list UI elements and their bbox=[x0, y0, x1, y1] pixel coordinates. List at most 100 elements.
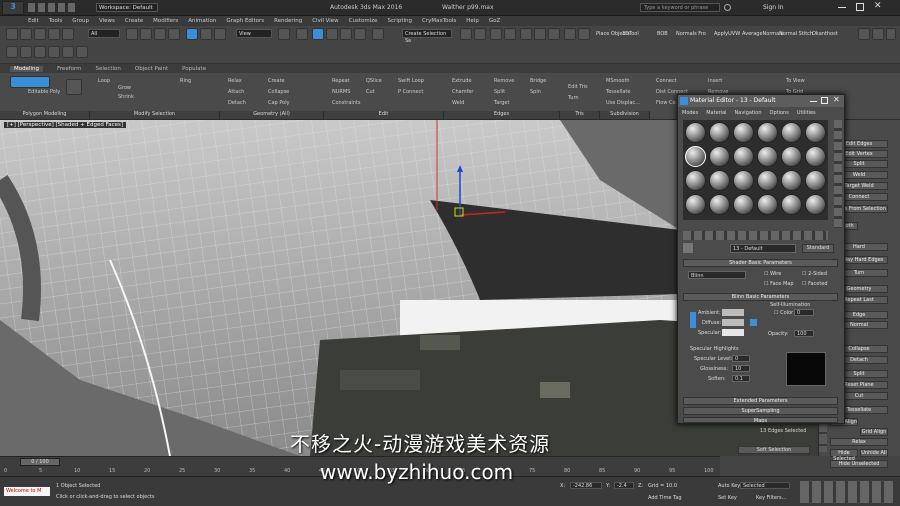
minimize-icon[interactable] bbox=[838, 7, 846, 8]
tool-row2-icon-2[interactable] bbox=[20, 46, 32, 58]
auto-key-button[interactable]: Auto Key bbox=[718, 483, 740, 489]
curve-editor-icon[interactable] bbox=[520, 28, 532, 40]
tool-normal-stitch[interactable]: Normal Stitch bbox=[779, 31, 813, 37]
material-slot-sphere[interactable] bbox=[685, 122, 706, 143]
maxscript-listener[interactable]: Welcome to M bbox=[4, 487, 50, 496]
wire-checkbox[interactable]: ☐ Wire bbox=[764, 271, 781, 277]
select-move-icon[interactable] bbox=[186, 28, 198, 40]
selection-filter[interactable]: All bbox=[88, 29, 120, 38]
mat-close-icon[interactable]: ✕ bbox=[833, 95, 840, 104]
material-slot-sphere[interactable] bbox=[733, 122, 754, 143]
menu-create[interactable]: Create bbox=[125, 18, 143, 24]
mat-menu-modes[interactable]: Modes bbox=[682, 110, 698, 116]
material-slot-sphere[interactable] bbox=[709, 146, 730, 167]
ribbon-extrude-button[interactable]: Extrude bbox=[452, 78, 472, 84]
set-key-button[interactable]: Set Key bbox=[718, 495, 737, 501]
material-slot-sphere[interactable] bbox=[781, 146, 802, 167]
tab-modeling[interactable]: Modeling bbox=[10, 65, 44, 72]
menu-scripting[interactable]: Scripting bbox=[388, 18, 412, 24]
menu-goz[interactable]: GoZ bbox=[489, 18, 500, 24]
angle-snap-icon[interactable] bbox=[326, 28, 338, 40]
playback-controls[interactable] bbox=[800, 481, 896, 503]
ribbon-connect-button[interactable]: Connect bbox=[656, 78, 677, 84]
cmd-relax[interactable]: Relax bbox=[830, 438, 888, 446]
reference-coordinate-system[interactable]: View bbox=[236, 29, 272, 38]
ribbon-cut-button[interactable]: Cut bbox=[366, 89, 375, 95]
ribbon-p-connect-button[interactable]: P Connect bbox=[398, 89, 423, 95]
self-illum-color-field[interactable]: 0 bbox=[794, 309, 814, 316]
menu-edit[interactable]: Edit bbox=[28, 18, 39, 24]
glossiness-field[interactable]: 10 bbox=[732, 365, 750, 372]
tool-row2-icon-3[interactable] bbox=[34, 46, 46, 58]
viewport-label[interactable]: [+] [Perspective] [Shaded + Edged Faces] bbox=[4, 122, 127, 128]
menu-civil-view[interactable]: Civil View bbox=[312, 18, 338, 24]
select-object-icon[interactable] bbox=[126, 28, 138, 40]
pivot-center-icon[interactable] bbox=[278, 28, 290, 40]
menu-tools[interactable]: Tools bbox=[49, 18, 63, 24]
cmd-hide-selected[interactable]: Hide Selected bbox=[830, 449, 858, 462]
percent-snap-icon[interactable] bbox=[340, 28, 352, 40]
ribbon-bridge-button[interactable]: Bridge bbox=[530, 78, 546, 84]
pick-material-icon[interactable] bbox=[683, 243, 693, 253]
tab-populate[interactable]: Populate bbox=[182, 66, 206, 72]
group-edges[interactable]: Edges bbox=[444, 111, 560, 119]
soften-field[interactable]: 0.1 bbox=[732, 375, 750, 382]
group-polygon-modeling[interactable]: Polygon Modeling bbox=[0, 111, 90, 119]
cmd-hide-unselected[interactable]: Hide Unselected bbox=[830, 460, 888, 468]
material-slot-sphere[interactable] bbox=[757, 146, 778, 167]
group-modify-selection[interactable]: Modify Selection bbox=[90, 111, 220, 119]
close-icon[interactable]: ✕ bbox=[874, 1, 882, 11]
undo-icon[interactable] bbox=[6, 28, 18, 40]
ribbon-attach-button[interactable]: Attach bbox=[228, 89, 244, 95]
search-icon[interactable] bbox=[724, 4, 731, 11]
modify-stack-icon[interactable] bbox=[66, 79, 82, 95]
toolbar-extra-icon[interactable] bbox=[858, 28, 870, 40]
add-time-tag[interactable]: Add Time Tag bbox=[648, 495, 682, 501]
ribbon-insert-button[interactable]: Insert bbox=[708, 78, 722, 84]
quick-access-icons[interactable] bbox=[28, 3, 78, 12]
material-slot-sphere[interactable] bbox=[781, 194, 802, 215]
supersampling-rollout[interactable]: SuperSampling bbox=[683, 407, 838, 415]
tool-row2-icon-1[interactable] bbox=[6, 46, 18, 58]
render-icon[interactable] bbox=[578, 28, 590, 40]
search-input[interactable]: Type a keyword or phrase bbox=[640, 3, 720, 12]
time-slider-thumb[interactable]: 0 / 100 bbox=[20, 458, 60, 466]
maps-rollout[interactable]: Maps bbox=[683, 417, 838, 423]
toolbar-extra-icon-2[interactable] bbox=[872, 28, 884, 40]
x-coordinate-field[interactable]: -242.86 bbox=[570, 482, 602, 489]
faceted-checkbox[interactable]: ☐ Faceted bbox=[802, 281, 828, 287]
ribbon-spin-button[interactable]: Spin bbox=[530, 89, 541, 95]
ribbon-use-displace-button[interactable]: Use Displac... bbox=[606, 100, 640, 106]
ribbon-edit-tris-button[interactable]: Edit Tris bbox=[568, 84, 588, 90]
ribbon-tessellate-button[interactable]: Tessellate bbox=[606, 89, 630, 95]
group-geometry-all[interactable]: Geometry (All) bbox=[220, 111, 324, 119]
cmd-grid-align[interactable]: Grid Align bbox=[860, 428, 888, 436]
ribbon-swift-loop-button[interactable]: Swift Loop bbox=[398, 78, 424, 84]
menu-views[interactable]: Views bbox=[99, 18, 115, 24]
group-edit[interactable]: Edit bbox=[324, 111, 444, 119]
material-slot-sphere[interactable] bbox=[709, 170, 730, 191]
material-slot-sphere[interactable] bbox=[685, 170, 706, 191]
key-mode-select[interactable]: Selected bbox=[740, 482, 790, 489]
ribbon-msmooth-button[interactable]: MSmooth bbox=[606, 78, 630, 84]
diffuse-swatch[interactable] bbox=[722, 319, 744, 326]
tool-applyuvw[interactable]: ApplyUVW bbox=[714, 31, 740, 37]
subobject-buttons[interactable] bbox=[10, 76, 50, 88]
tab-freeform[interactable]: Freeform bbox=[57, 66, 82, 72]
tool-row2-icon-5[interactable] bbox=[62, 46, 74, 58]
tool-normals-from[interactable]: Normals Fro bbox=[676, 31, 706, 37]
cmd-unhide-all[interactable]: Unhide All bbox=[860, 449, 888, 457]
material-slot-sphere[interactable] bbox=[733, 170, 754, 191]
render-setup-icon[interactable] bbox=[564, 28, 576, 40]
tool-row2-icon-6[interactable] bbox=[76, 46, 88, 58]
shader-basic-rollout[interactable]: Shader Basic Parameters bbox=[683, 259, 838, 267]
edit-named-selections-icon[interactable] bbox=[372, 28, 384, 40]
two-sided-checkbox[interactable]: ☐ 2-Sided bbox=[802, 271, 827, 277]
face-map-checkbox[interactable]: ☐ Face Map bbox=[764, 281, 794, 287]
blinn-basic-rollout[interactable]: Blinn Basic Parameters bbox=[683, 293, 838, 301]
ribbon-cap-poly-button[interactable]: Cap Poly bbox=[268, 100, 290, 106]
ribbon-nurms-button[interactable]: NURMS bbox=[332, 89, 350, 95]
align-icon[interactable] bbox=[474, 28, 486, 40]
select-rotate-icon[interactable] bbox=[200, 28, 212, 40]
group-subdivision[interactable]: Subdivision bbox=[600, 111, 650, 119]
